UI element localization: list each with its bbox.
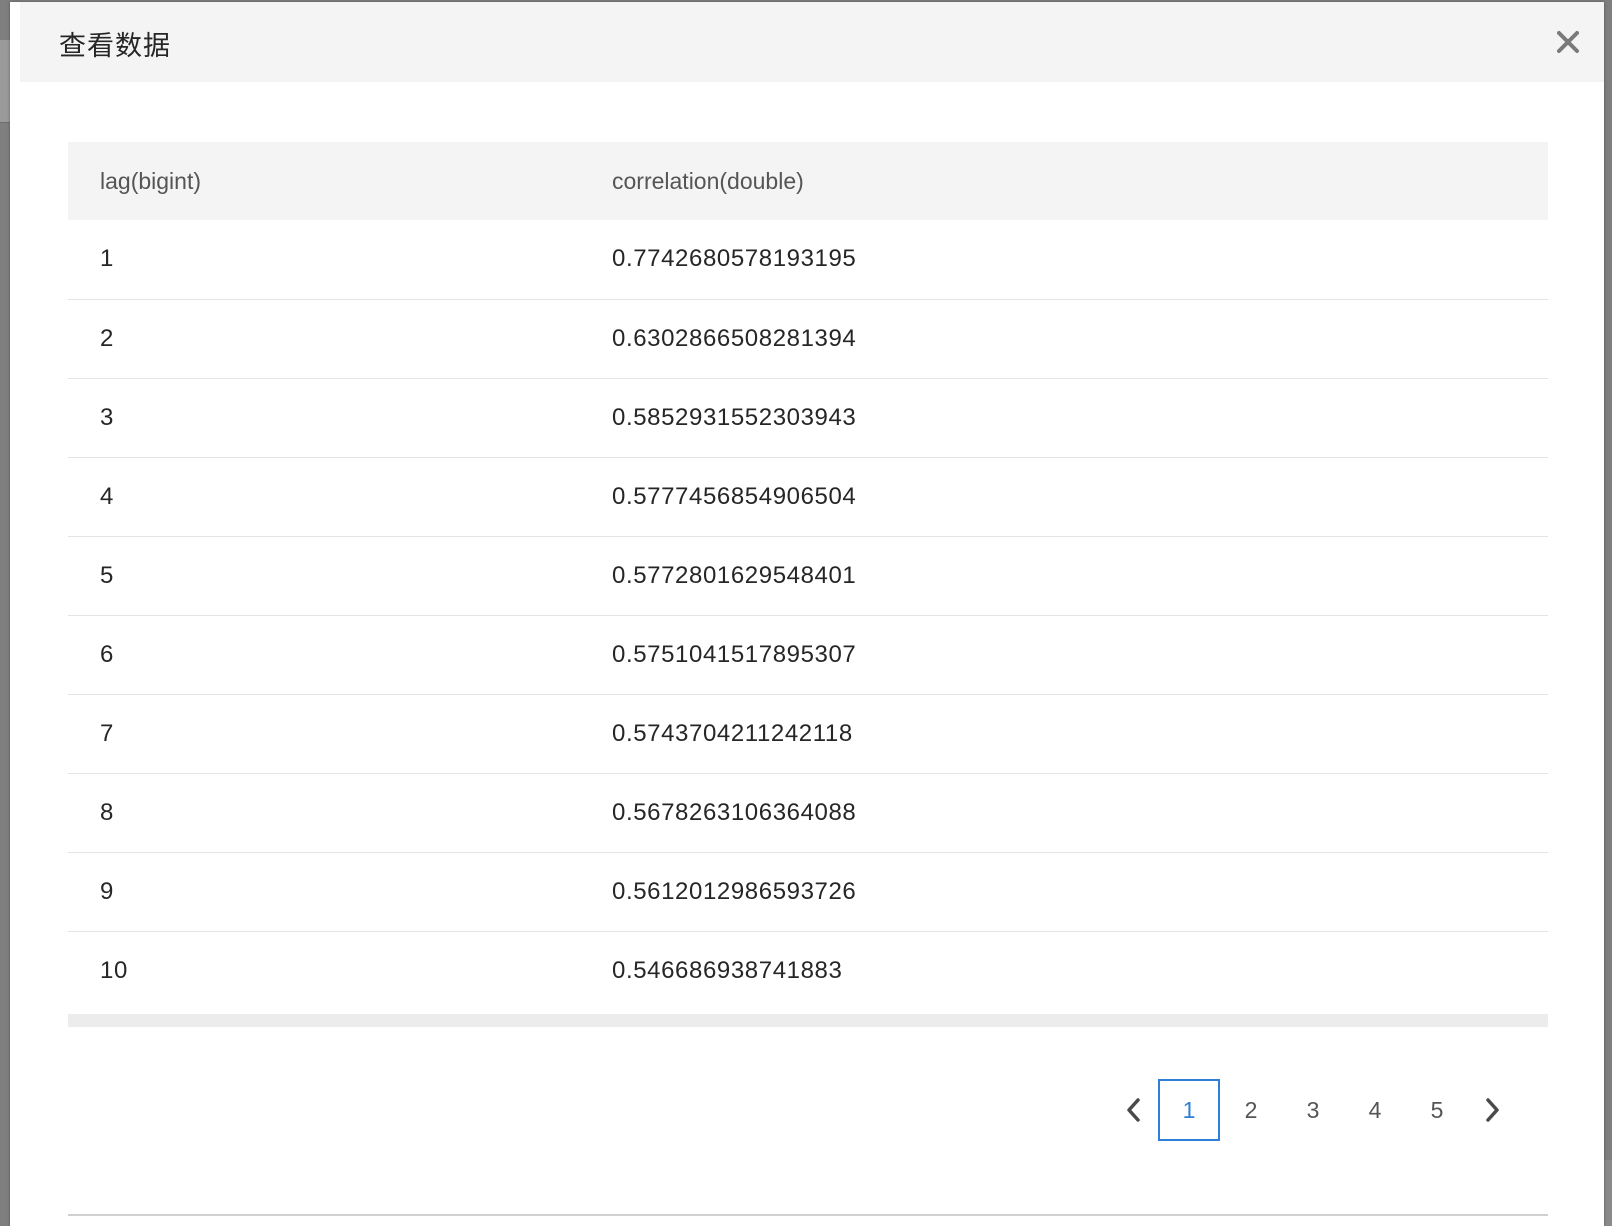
cell-correlation: 0.5678263106364088 [612, 798, 857, 826]
cell-correlation: 0.5612012986593726 [612, 877, 857, 905]
cell-lag: 3 [100, 403, 114, 431]
cell-correlation: 0.5743704211242118 [612, 719, 853, 747]
close-button[interactable] [1548, 22, 1588, 62]
table-row: 1 0.7742680578193195 [68, 220, 1548, 299]
cell-lag: 10 [100, 956, 128, 984]
chevron-right-icon [1486, 1098, 1499, 1122]
cell-lag: 4 [100, 482, 114, 510]
view-data-modal: 查看数据 lag(bigint) correlation(double) 1 0… [10, 2, 1604, 1226]
page-2-button[interactable]: 2 [1220, 1079, 1282, 1141]
pagination: 1 2 3 4 5 [1110, 1078, 1516, 1142]
table-row: 8 0.5678263106364088 [68, 773, 1548, 852]
cell-correlation: 0.5772801629548401 [612, 561, 857, 589]
cell-lag: 1 [100, 245, 114, 273]
cell-correlation: 0.5777456854906504 [612, 482, 857, 510]
table-row: 7 0.5743704211242118 [68, 694, 1548, 773]
column-header-correlation: correlation(double) [612, 167, 804, 194]
cell-correlation: 0.6302866508281394 [612, 324, 857, 352]
cell-correlation: 0.7742680578193195 [612, 245, 857, 273]
modal-header: 查看数据 [20, 2, 1604, 82]
cell-lag: 5 [100, 561, 114, 589]
table-header-row: lag(bigint) correlation(double) [68, 142, 1548, 220]
cell-lag: 2 [100, 324, 114, 352]
page-3-button[interactable]: 3 [1282, 1079, 1344, 1141]
chevron-left-icon [1127, 1098, 1140, 1122]
table-row: 5 0.5772801629548401 [68, 536, 1548, 615]
footer-divider [68, 1214, 1548, 1216]
modal-title: 查看数据 [59, 31, 171, 62]
next-page-button[interactable] [1468, 1078, 1516, 1142]
table-row: 2 0.6302866508281394 [68, 299, 1548, 378]
table-row: 9 0.5612012986593726 [68, 852, 1548, 931]
cell-lag: 9 [100, 877, 114, 905]
horizontal-scrollbar[interactable] [68, 1014, 1548, 1027]
cell-lag: 8 [100, 798, 114, 826]
table-row: 4 0.5777456854906504 [68, 457, 1548, 536]
table-row: 6 0.5751041517895307 [68, 615, 1548, 694]
table-row: 10 0.546686938741883 [68, 931, 1548, 1010]
page-5-button[interactable]: 5 [1406, 1079, 1468, 1141]
page-4-button[interactable]: 4 [1344, 1079, 1406, 1141]
prev-page-button[interactable] [1110, 1078, 1158, 1142]
cell-lag: 7 [100, 719, 114, 747]
cell-correlation: 0.546686938741883 [612, 956, 843, 984]
column-header-lag: lag(bigint) [100, 167, 201, 194]
cell-correlation: 0.5852931552303943 [612, 403, 857, 431]
close-icon [1557, 31, 1579, 53]
table-row: 3 0.5852931552303943 [68, 378, 1548, 457]
page-1-button[interactable]: 1 [1158, 1079, 1220, 1141]
cell-correlation: 0.5751041517895307 [612, 640, 857, 668]
data-table: lag(bigint) correlation(double) 1 0.7742… [68, 142, 1548, 1010]
cell-lag: 6 [100, 640, 114, 668]
